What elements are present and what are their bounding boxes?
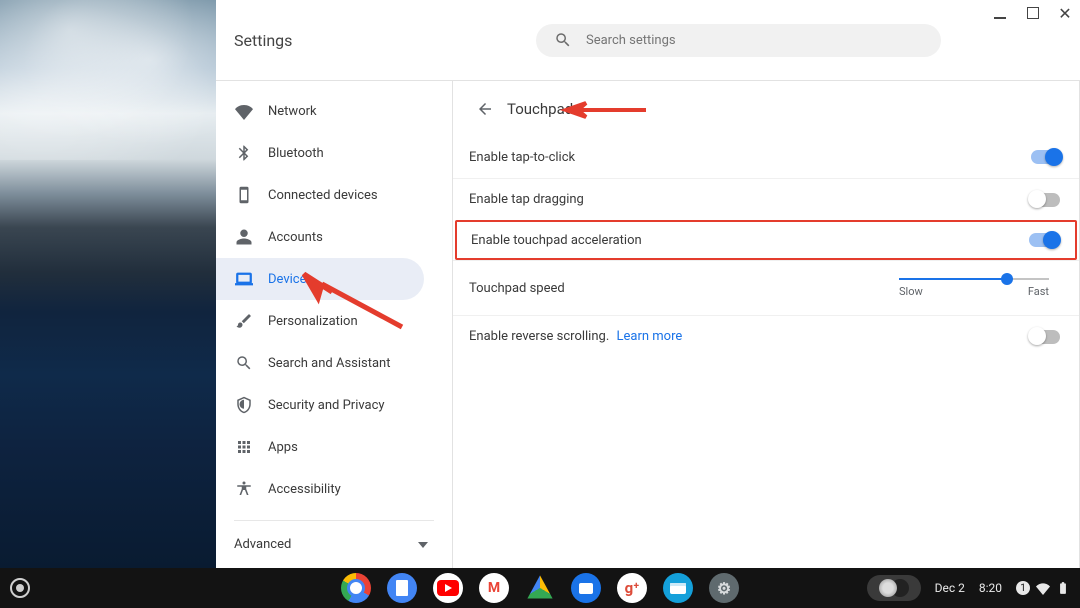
reverse-scrolling-toggle[interactable]: [1031, 330, 1060, 344]
shield-icon: [234, 395, 254, 415]
sidebar-item-label: Network: [268, 104, 424, 119]
phone-icon: [234, 185, 254, 205]
speed-max-label: Fast: [1028, 285, 1049, 298]
arrow-left-icon: [476, 100, 494, 118]
status-tray[interactable]: 1: [1016, 581, 1070, 595]
sidebar-item-security-and-privacy[interactable]: Security and Privacy: [216, 384, 424, 426]
sidebar-item-label: Accounts: [268, 230, 424, 245]
battery-status-icon: [1056, 581, 1070, 595]
reverse-scrolling-label: Enable reverse scrolling. Learn more: [469, 329, 682, 344]
sidebar-item-bluetooth[interactable]: Bluetooth: [216, 132, 424, 174]
shelf-date[interactable]: Dec 2: [935, 581, 965, 595]
page-title: Touchpad: [507, 100, 573, 118]
accessibility-icon: [234, 479, 254, 499]
learn-more-link[interactable]: Learn more: [617, 329, 683, 344]
search-icon: [554, 31, 572, 49]
search-icon: [234, 353, 254, 373]
bluetooth-icon: [234, 143, 254, 163]
sidebar-item-personalization[interactable]: Personalization: [216, 300, 424, 342]
search-settings[interactable]: [536, 24, 941, 57]
notification-badge: 1: [1016, 581, 1030, 595]
sidebar-item-accounts[interactable]: Accounts: [216, 216, 424, 258]
touchpad-acceleration-row: Enable touchpad acceleration: [455, 220, 1077, 260]
sidebar-item-device[interactable]: Device: [216, 258, 424, 300]
close-button[interactable]: ✕: [1056, 4, 1074, 22]
back-button[interactable]: [475, 99, 495, 119]
sidebar-item-label: Bluetooth: [268, 146, 424, 161]
sidebar-item-accessibility[interactable]: Accessibility: [216, 468, 424, 510]
touchpad-acceleration-toggle[interactable]: [1029, 233, 1058, 247]
search-input[interactable]: [586, 33, 923, 48]
sidebar-item-search-and-assistant[interactable]: Search and Assistant: [216, 342, 424, 384]
sidebar-item-network[interactable]: Network: [216, 90, 424, 132]
app-icon-gmail[interactable]: M: [479, 573, 509, 603]
tap-to-click-toggle[interactable]: [1031, 150, 1060, 164]
launcher-button[interactable]: [10, 578, 30, 598]
touchpad-speed-slider[interactable]: [899, 278, 1049, 280]
shelf-apps: M g⁺: [341, 573, 739, 603]
tap-dragging-label: Enable tap dragging: [469, 192, 584, 207]
desktop-wallpaper: [0, 0, 216, 568]
touchpad-acceleration-label: Enable touchpad acceleration: [471, 233, 642, 248]
sidebar-item-label: Security and Privacy: [268, 398, 424, 413]
app-icon-chrome[interactable]: [341, 573, 371, 603]
tap-to-click-label: Enable tap-to-click: [469, 150, 575, 165]
tap-dragging-toggle[interactable]: [1031, 193, 1060, 207]
app-icon-docs[interactable]: [387, 573, 417, 603]
paint-icon: [234, 311, 254, 331]
window-controls: ✕: [992, 4, 1074, 22]
settings-window: ✕ Settings Network: [216, 0, 1080, 568]
person-icon: [234, 227, 254, 247]
sidebar-item-apps[interactable]: Apps: [216, 426, 424, 468]
shelf-time[interactable]: 8:20: [979, 581, 1002, 595]
settings-nav: Network Bluetooth Connected devices: [216, 81, 453, 568]
app-icon-youtube[interactable]: [433, 573, 463, 603]
sidebar-item-label: Device: [268, 272, 424, 287]
wallpaper-decoration: [0, 0, 216, 160]
wifi-status-icon: [1036, 581, 1050, 595]
app-icon-settings[interactable]: [709, 573, 739, 603]
speed-min-label: Slow: [899, 285, 923, 298]
app-icon-gplus[interactable]: g⁺: [617, 573, 647, 603]
touchpad-speed-label: Touchpad speed: [469, 281, 565, 296]
apps-icon: [234, 437, 254, 457]
app-icon-drive[interactable]: [525, 573, 555, 603]
wifi-icon: [234, 101, 254, 121]
app-icon-files[interactable]: [663, 573, 693, 603]
sidebar-item-label: Search and Assistant: [268, 356, 424, 371]
maximize-button[interactable]: [1024, 4, 1042, 22]
shelf: M g⁺ Dec 2 8:20 1: [0, 568, 1080, 608]
sidebar-item-label: Apps: [268, 440, 424, 455]
app-title: Settings: [234, 31, 449, 50]
advanced-label: Advanced: [234, 537, 291, 552]
laptop-icon: [234, 269, 254, 289]
app-icon-messages[interactable]: [571, 573, 601, 603]
sidebar-item-label: Accessibility: [268, 482, 424, 497]
sidebar-item-label: Connected devices: [268, 188, 424, 203]
minimize-button[interactable]: [992, 4, 1010, 22]
chevron-down-icon: [418, 542, 428, 548]
settings-content: Touchpad Enable tap-to-click Enable tap …: [453, 81, 1080, 568]
sidebar-item-label: Personalization: [268, 314, 424, 329]
advanced-toggle[interactable]: Advanced: [234, 520, 434, 556]
user-avatars[interactable]: [867, 575, 921, 601]
sidebar-item-connected-devices[interactable]: Connected devices: [216, 174, 424, 216]
